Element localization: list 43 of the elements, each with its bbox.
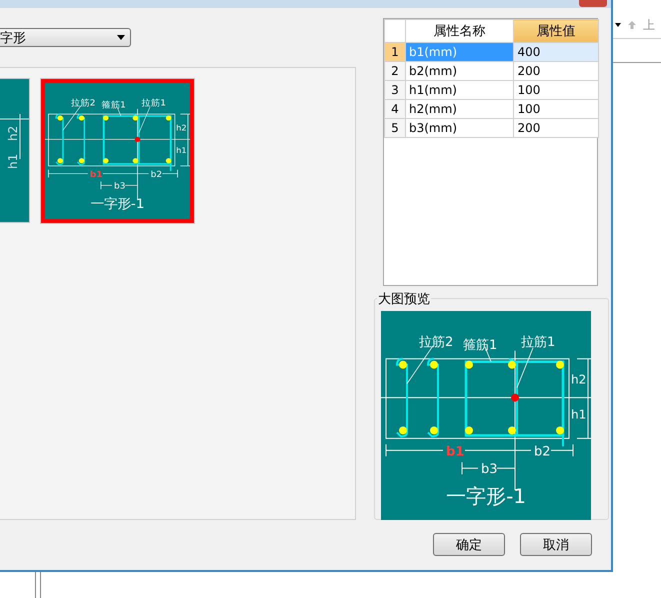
dimension-label: b3	[114, 182, 126, 192]
tie-label: 拉筋2	[419, 334, 454, 350]
shape-dropdown[interactable]: 字形	[0, 28, 131, 47]
section-thumbnail[interactable]: h1 h2	[0, 78, 30, 223]
row-number: 2	[384, 62, 406, 80]
row-number: 4	[384, 100, 406, 118]
stirrup-label: 箍筋1	[102, 100, 126, 110]
caret-icon	[615, 23, 621, 27]
close-button[interactable]	[579, 0, 607, 7]
column-header: 属性值	[514, 20, 598, 42]
group-title: 大图预览	[377, 290, 431, 308]
property-name-cell[interactable]: h1(mm)	[406, 80, 514, 100]
property-value-cell[interactable]: 200	[514, 118, 598, 138]
dimension-label: h1	[6, 154, 20, 169]
dialog-button[interactable]: 确定	[433, 533, 505, 556]
property-name-cell[interactable]: h2(mm)	[406, 100, 514, 118]
tie-label: 拉筋1	[521, 334, 556, 350]
dialog-button[interactable]: 取消	[520, 533, 592, 556]
dimension-label: b3	[481, 462, 498, 478]
property-value-cell[interactable]: 100	[514, 80, 598, 100]
dimension-label: b2	[534, 444, 550, 460]
dimension-label: b1	[90, 170, 103, 180]
stirrup-label: 箍筋1	[463, 338, 498, 353]
property-name-cell[interactable]: b2(mm)	[406, 62, 514, 80]
tie-label: 拉筋2	[71, 98, 96, 109]
dimension-label: h2	[6, 126, 20, 141]
property-name-cell[interactable]: b3(mm)	[406, 118, 514, 138]
property-value-cell[interactable]: 400	[514, 42, 598, 62]
tie-label: 拉筋1	[142, 98, 166, 109]
dimension-label: b2	[150, 170, 162, 180]
row-number: 1	[384, 42, 406, 62]
row-number: 3	[384, 80, 406, 100]
dimension-label: b1	[446, 444, 464, 460]
up-arrow-icon[interactable]	[627, 20, 637, 30]
drawing-caption: 一字形-1	[446, 484, 526, 508]
dimension-label: h1	[571, 408, 586, 422]
property-value-cell[interactable]: 200	[514, 62, 598, 80]
property-value-cell[interactable]: 100	[514, 100, 598, 118]
row-number: 5	[384, 118, 406, 138]
dimension-label: h2	[571, 372, 586, 387]
drawing-caption: 一字形-1	[90, 197, 144, 212]
column-header: 属性名称	[406, 20, 514, 42]
caret-icon	[117, 35, 125, 40]
